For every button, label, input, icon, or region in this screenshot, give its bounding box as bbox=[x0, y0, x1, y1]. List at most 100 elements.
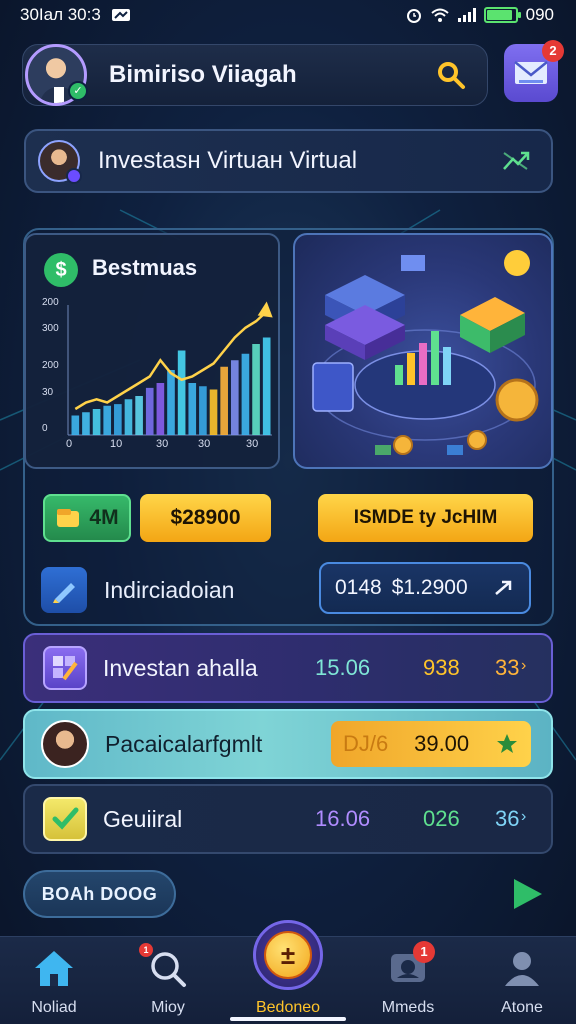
action-button[interactable]: ISMDE ty JcHIM bbox=[318, 494, 533, 542]
isometric-illustration bbox=[312, 250, 539, 455]
nav-label: Noliad bbox=[31, 999, 77, 1016]
x-tick-label: 30 bbox=[156, 438, 168, 450]
chart-bar bbox=[199, 386, 207, 435]
coin-icon: ± bbox=[264, 931, 312, 979]
balance-chip[interactable]: $28900 bbox=[140, 494, 271, 542]
chart-bar bbox=[188, 383, 197, 435]
row-chevron-icon: › bbox=[521, 808, 527, 825]
y-tick-label: 0 bbox=[42, 423, 48, 434]
row-value-1: DJ/6 bbox=[343, 731, 389, 756]
chart-bar bbox=[209, 389, 218, 435]
play-icon[interactable] bbox=[508, 875, 546, 913]
chart-bar bbox=[262, 337, 271, 435]
verified-badge: ✓ bbox=[68, 81, 88, 101]
pen-icon bbox=[41, 567, 87, 613]
list-row-pacaicalar[interactable]: Pacaicalarfgmlt DJ/6 39.00 bbox=[23, 709, 553, 779]
row-value-1: 15.06 bbox=[315, 655, 371, 680]
messages-badge: 1 bbox=[413, 941, 435, 963]
nav-label: Atone bbox=[501, 999, 543, 1016]
page-title: Bimirisо Viiagah bbox=[109, 61, 297, 88]
center-action-button[interactable]: ± bbox=[253, 920, 323, 990]
search-icon bbox=[438, 62, 465, 89]
wallet-icon bbox=[57, 509, 80, 527]
bar-chart: 2003002003000 10 30 30 30 bbox=[42, 297, 273, 450]
highlight-value[interactable]: DJ/6 39.00 bbox=[331, 721, 531, 767]
nav-label: Mioy bbox=[151, 999, 185, 1016]
chart-bar bbox=[135, 396, 143, 435]
nav-home[interactable]: Noliad bbox=[4, 937, 104, 1024]
nav-label: Mmeds bbox=[381, 999, 435, 1016]
investment-row[interactable]: Indirciadoian 0148 $1.2900 bbox=[37, 562, 537, 618]
y-tick-label: 200 bbox=[42, 297, 59, 308]
chart-bar bbox=[230, 360, 239, 435]
profile-card[interactable]: Investasн Virtuaн Virtual bbox=[24, 129, 553, 193]
person-avatar bbox=[41, 720, 89, 768]
y-tick-label: 300 bbox=[42, 323, 59, 334]
grid-pencil-icon bbox=[43, 646, 87, 690]
chart-bar bbox=[156, 383, 165, 435]
chart-bar bbox=[167, 370, 175, 435]
list-row-investan[interactable]: Investan ahalla 15.06 938 33 › bbox=[23, 633, 553, 703]
chart-bar bbox=[103, 405, 112, 435]
chart-bar bbox=[82, 412, 90, 435]
x-tick-label: 30 bbox=[246, 438, 258, 450]
header-bar: Bimirisо Viiagah bbox=[22, 44, 488, 106]
chart-bar bbox=[145, 387, 154, 435]
status-time: 30Іал 30:3 bbox=[20, 5, 101, 24]
row-value-2: 938 bbox=[423, 655, 460, 680]
list-row-geuiiral[interactable]: Geuiiral 16.06 026 36 › bbox=[23, 784, 553, 854]
cta-button[interactable]: BOAh DOOG bbox=[23, 870, 176, 918]
chart-bar bbox=[252, 344, 260, 435]
profile-label: Investasн Virtuaн Virtual bbox=[98, 147, 358, 174]
wifi-icon bbox=[430, 8, 449, 22]
trend-arrow-head bbox=[257, 301, 273, 318]
alarm-icon bbox=[406, 9, 421, 23]
chat-icon: 1 bbox=[387, 941, 435, 989]
nav-label: Bedoneo bbox=[255, 999, 321, 1016]
chart-bar bbox=[92, 409, 101, 435]
chart-bar bbox=[177, 350, 186, 435]
battery-icon bbox=[483, 7, 521, 23]
search-button[interactable] bbox=[429, 53, 473, 97]
mail-badge: 2 bbox=[542, 40, 564, 62]
chart-card: $ Bestmuas 200 300 200 30 0 0 10 30 30 30 bbox=[24, 233, 280, 469]
illustration-card bbox=[293, 233, 553, 469]
mail-icon bbox=[514, 61, 548, 84]
wallet-chip-label: 4M bbox=[89, 506, 119, 529]
chart-bar bbox=[71, 415, 80, 435]
trend-arrow-icon[interactable] bbox=[501, 149, 531, 173]
x-tick-label: 10 bbox=[110, 438, 122, 450]
wallet-chip[interactable]: 4M bbox=[43, 494, 131, 542]
search-icon: 1 bbox=[139, 943, 189, 989]
investment-value[interactable]: 0148 $1.2900 bbox=[319, 562, 531, 614]
tablet-icon bbox=[312, 362, 354, 412]
row-chevron-icon: › bbox=[521, 657, 527, 674]
gear-icon bbox=[504, 250, 530, 276]
chart-bar bbox=[241, 353, 250, 435]
person-icon bbox=[501, 947, 543, 989]
row-value-2: 39.00 bbox=[414, 731, 470, 756]
row-value-2: 026 bbox=[423, 806, 460, 831]
status-bar: 30Іал 30:3 090 bbox=[0, 0, 576, 30]
row-value-1: 16.06 bbox=[315, 806, 371, 831]
investment-amount: $1.2900 bbox=[391, 576, 468, 599]
y-tick-label: 200 bbox=[42, 360, 59, 371]
home-indicator bbox=[230, 1017, 346, 1021]
gold-coin-icon bbox=[495, 378, 539, 422]
nav-messages[interactable]: 1 Mmeds bbox=[358, 937, 458, 1024]
row-value-3: 33 bbox=[495, 655, 520, 680]
nav-profile[interactable]: Atone bbox=[472, 937, 572, 1024]
nav-search[interactable]: 1 Mioy bbox=[118, 937, 218, 1024]
server-stack-icon bbox=[325, 275, 405, 360]
star-icon bbox=[497, 734, 517, 753]
x-tick-label: 0 bbox=[66, 438, 72, 450]
profile-avatar bbox=[38, 140, 82, 184]
home-icon bbox=[33, 947, 75, 989]
message-icon bbox=[111, 9, 130, 21]
chart-bar bbox=[220, 366, 228, 435]
investment-code: 0148 bbox=[335, 576, 382, 599]
x-tick-label: 30 bbox=[198, 438, 210, 450]
green-box-icon bbox=[460, 297, 525, 353]
mail-button[interactable]: 2 bbox=[504, 40, 564, 102]
send-icon bbox=[494, 580, 511, 595]
